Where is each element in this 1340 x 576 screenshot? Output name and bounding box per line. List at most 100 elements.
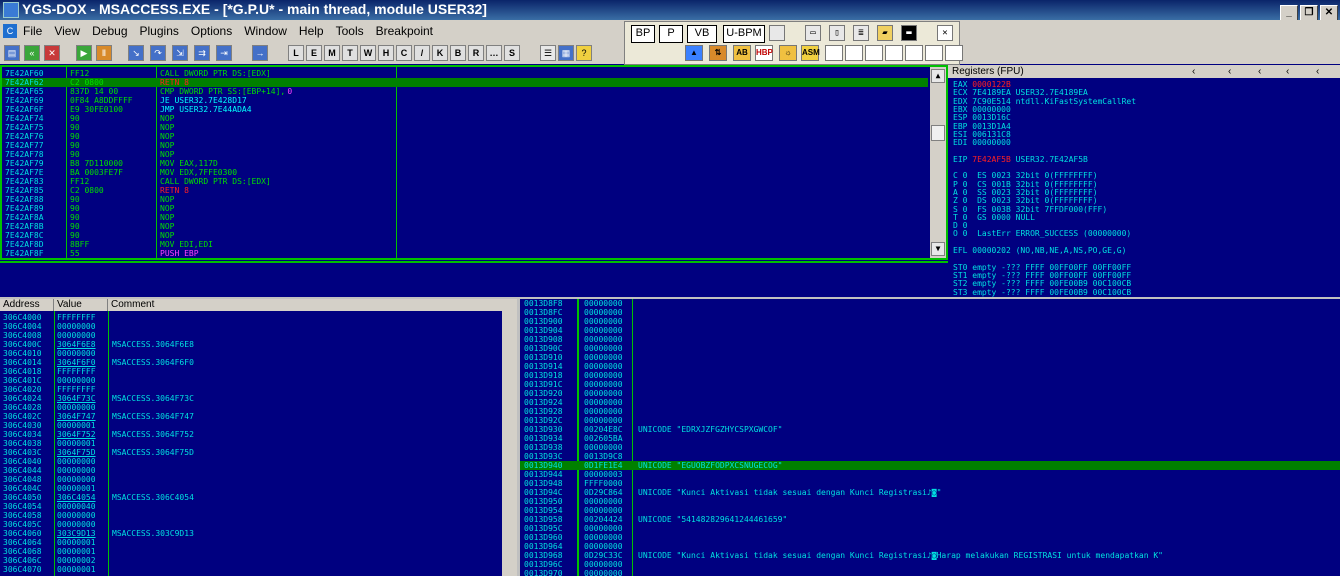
open-icon[interactable]: ▤ xyxy=(4,45,20,61)
trace-over-icon[interactable]: ⇉ xyxy=(194,45,210,61)
disasm-row[interactable]: 7E42AF62 C2 0800 RETN 8 xyxy=(2,78,928,87)
stack-row[interactable]: 0013D924 00000000 xyxy=(520,398,1340,407)
run-trace-icon[interactable]: … xyxy=(486,45,502,61)
dump-scrollbar[interactable] xyxy=(502,299,517,576)
disasm-row[interactable]: 7E42AF85 C2 0800 RETN 8 xyxy=(2,186,928,195)
chevron-left-icon[interactable]: ‹ xyxy=(1228,65,1231,78)
stack-row[interactable]: 0013D940 0D1FE1E4 UNICODE "EGUOBZFODPXCSNU… xyxy=(520,461,1340,470)
dump-row[interactable]: 306C405C 00000000 xyxy=(0,520,502,529)
stack-row[interactable]: 0013D934 002605BA xyxy=(520,434,1340,443)
column-header-address[interactable]: Address xyxy=(0,299,54,311)
dump-row[interactable]: 306C401C 00000000 xyxy=(0,376,502,385)
cpu-window-icon[interactable]: C xyxy=(3,24,17,38)
handles-window-icon[interactable]: H xyxy=(378,45,394,61)
dump-row[interactable]: 306C4040 00000000 xyxy=(0,457,502,466)
references-window-icon[interactable]: R xyxy=(468,45,484,61)
disasm-row[interactable]: 7E42AF88 90 NOP xyxy=(2,195,928,204)
dump-row[interactable]: 306C4030 00000001 xyxy=(0,421,502,430)
menu-debug[interactable]: Debug xyxy=(92,24,127,38)
stack-row[interactable]: 0013D948 FFFF0000 xyxy=(520,479,1340,488)
menu-tools[interactable]: Tools xyxy=(336,24,364,38)
disasm-row[interactable]: 7E42AF75 90 NOP xyxy=(2,123,928,132)
dump-row[interactable]: 306C4000 FFFFFFFF xyxy=(0,313,502,322)
chevron-left-icon[interactable]: ‹ xyxy=(1286,65,1289,78)
menu-breakpoint[interactable]: Breakpoint xyxy=(376,24,433,38)
register-row[interactable]: O 0 LastErr ERROR_SUCCESS (00000000) xyxy=(953,229,1131,238)
run-icon[interactable]: ▶ xyxy=(76,45,92,61)
stack-row[interactable]: 0013D904 00000000 xyxy=(520,326,1340,335)
stack-row[interactable]: 0013D8FC 00000000 xyxy=(520,308,1340,317)
stack-row[interactable]: 0013D93C 0013D9C8 xyxy=(520,452,1340,461)
disasm-row[interactable]: 7E42AF7E BA 0003FE7F MOV EDX,7FFE0300 xyxy=(2,168,928,177)
dump-row[interactable]: 306C4070 00000001 xyxy=(0,565,502,574)
menu-window[interactable]: Window xyxy=(244,24,287,38)
disasm-row[interactable]: 7E42AF79 B8 7D110000 MOV EAX,117D xyxy=(2,159,928,168)
folder-icon[interactable]: ▰ xyxy=(877,25,893,41)
memory-dump-pane[interactable]: Address Value Comment 306C4000 FFFFFFFF 30… xyxy=(0,299,517,576)
stack-row[interactable]: 0013D938 00000000 xyxy=(520,443,1340,452)
stack-row[interactable]: 0013D918 00000000 xyxy=(520,371,1340,380)
empty-slot[interactable] xyxy=(885,45,903,61)
restore-button[interactable]: ❐ xyxy=(1300,5,1318,21)
dump-row[interactable]: 306C4038 00000001 xyxy=(0,439,502,448)
dump-row[interactable]: 306C403C 3064F75D MSACCESS.3064F75D xyxy=(0,448,502,457)
stack-row[interactable]: 0013D950 00000000 xyxy=(520,497,1340,506)
menu-view[interactable]: View xyxy=(54,24,80,38)
disasm-row[interactable]: 7E42AF8A 90 NOP xyxy=(2,213,928,222)
modules-window-icon[interactable]: E xyxy=(306,45,322,61)
gpu-vb-button[interactable]: VB xyxy=(687,25,717,43)
stack-row[interactable]: 0013D944 00000003 xyxy=(520,470,1340,479)
stack-row[interactable]: 0013D970 00000000 xyxy=(520,569,1340,576)
dump-row[interactable]: 306C4034 3064F752 MSACCESS.3064F752 xyxy=(0,430,502,439)
column-header-comment[interactable]: Comment xyxy=(108,299,502,311)
stack-row[interactable]: 0013D91C 00000000 xyxy=(520,380,1340,389)
dump-row[interactable]: 306C4028 00000000 xyxy=(0,403,502,412)
gpu-p-button[interactable]: P xyxy=(659,25,683,43)
disasm-row[interactable]: 7E42AF6F E9 30FE0100 JMP USER32.7E44ADA4 xyxy=(2,105,928,114)
document-icon[interactable]: ▯ xyxy=(829,25,845,41)
disasm-row[interactable]: 7E42AF65 837D 14 00 CMP DWORD PTR SS:[EBP+… xyxy=(2,87,928,96)
gpu-u-bpm-button[interactable]: U-BPM xyxy=(723,25,765,43)
register-row[interactable]: ST3 empty -??? FFFF 00FE00B9 00C100CB xyxy=(953,288,1131,297)
dump-row[interactable]: 306C406C 00000002 xyxy=(0,556,502,565)
windows-window-icon[interactable]: W xyxy=(360,45,376,61)
empty-slot[interactable] xyxy=(925,45,943,61)
goto-icon[interactable]: → xyxy=(252,45,268,61)
dump-row[interactable]: 306C4024 3064F73C MSACCESS.3064F73C xyxy=(0,394,502,403)
source-window-icon[interactable]: S xyxy=(504,45,520,61)
stack-row[interactable]: 0013D928 00000000 xyxy=(520,407,1340,416)
dump-row[interactable]: 306C4010 00000000 xyxy=(0,349,502,358)
step-over-icon[interactable]: ↷ xyxy=(150,45,166,61)
stack-row[interactable]: 0013D930 00204E8C UNICODE "EDRXJZFGZHYCSPX… xyxy=(520,425,1340,434)
stack-row[interactable]: 0013D954 00000000 xyxy=(520,506,1340,515)
disasm-row[interactable]: 7E42AF77 90 NOP xyxy=(2,141,928,150)
menu-options[interactable]: Options xyxy=(191,24,232,38)
minimize-button[interactable]: _ xyxy=(1280,5,1298,21)
scroll-up-arrow-icon[interactable]: ▲ xyxy=(931,69,945,83)
api-icon[interactable]: ▲ xyxy=(685,45,703,61)
stack-row[interactable]: 0013D960 00000000 xyxy=(520,533,1340,542)
stack-row[interactable]: 0013D910 00000000 xyxy=(520,353,1340,362)
disasm-row[interactable]: 7E42AF69 0F84 A8DDFFFF JE USER32.7E428D17 xyxy=(2,96,928,105)
stack-row[interactable]: 0013D900 00000000 xyxy=(520,317,1340,326)
blank-icon[interactable] xyxy=(769,25,785,41)
chevron-left-icon[interactable]: ‹ xyxy=(1258,65,1261,78)
register-value[interactable]: 7E42AF5B xyxy=(972,155,1011,164)
breakpoints-window-icon[interactable]: B xyxy=(450,45,466,61)
gpu-bp-button[interactable]: BP xyxy=(631,25,655,43)
disassembly-scrollbar[interactable]: ▲ ▼ xyxy=(930,67,946,258)
register-value[interactable]: 00000000 xyxy=(972,138,1011,147)
dump-row[interactable]: 306C4008 00000000 xyxy=(0,331,502,340)
chevron-left-icon[interactable]: ‹ xyxy=(1192,65,1195,78)
trace-into-icon[interactable]: ⇲ xyxy=(172,45,188,61)
call-stack-icon[interactable]: K xyxy=(432,45,448,61)
disasm-row[interactable]: 7E42AF83 FF12 CALL DWORD PTR DS:[EDX] xyxy=(2,177,928,186)
close-button[interactable]: ✕ xyxy=(1320,5,1338,21)
help-icon[interactable]: ? xyxy=(576,45,592,61)
empty-slot[interactable] xyxy=(905,45,923,61)
dump-row[interactable]: 306C4004 00000000 xyxy=(0,322,502,331)
menu-file[interactable]: File xyxy=(23,24,42,38)
stack-row[interactable]: 0013D8F8 00000000 xyxy=(520,299,1340,308)
close-program-icon[interactable]: ✕ xyxy=(44,45,60,61)
register-row[interactable]: EDI 00000000 xyxy=(953,138,1011,147)
